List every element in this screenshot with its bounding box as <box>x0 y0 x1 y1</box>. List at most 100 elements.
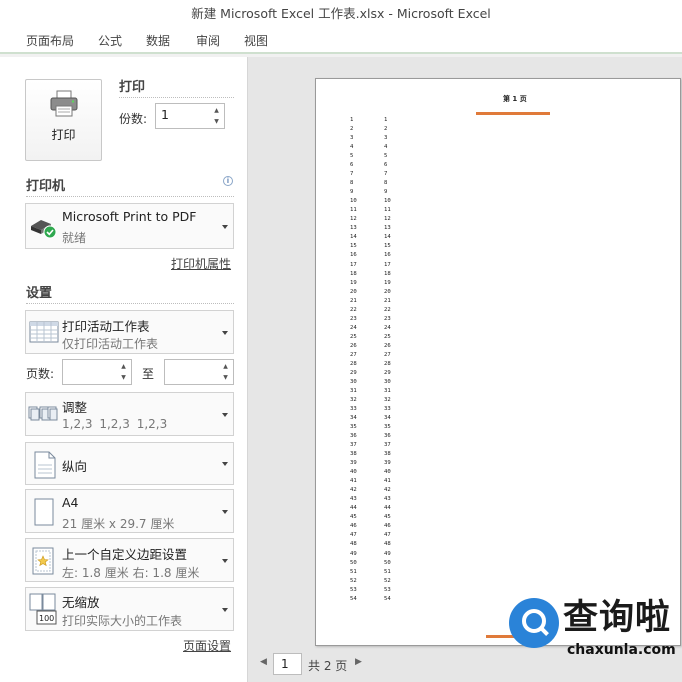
print-what-dropdown[interactable]: 打印活动工作表 仅打印活动工作表 <box>25 310 234 354</box>
chevron-down-icon <box>222 608 228 612</box>
paper-size-dropdown[interactable]: A4 21 厘米 x 29.7 厘米 <box>25 489 234 533</box>
preview-cell: 28 <box>350 360 357 367</box>
preview-cell: 1 <box>384 117 388 123</box>
current-page-input[interactable]: 1 <box>273 653 302 675</box>
chevron-down-icon <box>222 413 228 417</box>
scaling-icon-text: 100 <box>39 614 55 623</box>
divider <box>26 303 234 304</box>
preview-cell: 45 <box>350 514 357 521</box>
preview-cell: 24 <box>384 324 391 331</box>
preview-cell: 20 <box>350 288 357 295</box>
preview-cell: 16 <box>384 252 391 259</box>
scaling-dropdown[interactable]: 100 无缩放 打印实际大小的工作表 <box>25 587 234 631</box>
preview-cell: 43 <box>384 496 391 503</box>
preview-cell: 46 <box>350 523 357 530</box>
tab-formulas[interactable]: 公式 <box>98 32 122 49</box>
margins-icon <box>32 547 54 575</box>
preview-cell: 46 <box>384 523 391 530</box>
preview-cell: 31 <box>384 387 391 394</box>
printer-properties-link[interactable]: 打印机属性 <box>171 255 231 272</box>
preview-cell: 6 <box>384 162 388 169</box>
preview-cell: 32 <box>350 396 357 403</box>
collate-subtitle: 1,2,3 1,2,3 1,2,3 <box>62 417 168 431</box>
preview-cell: 29 <box>384 369 391 376</box>
orientation-title: 纵向 <box>62 459 88 474</box>
print-button-label: 打印 <box>51 128 76 142</box>
printer-ready-icon <box>31 220 57 239</box>
preview-cell: 50 <box>384 559 391 566</box>
preview-cell: 45 <box>384 514 391 521</box>
sheet-icon <box>29 321 59 343</box>
collate-dropdown[interactable]: 调整 1,2,3 1,2,3 1,2,3 <box>25 392 234 436</box>
page-header-text: 第 1 页 <box>503 95 527 103</box>
print-what-subtitle: 仅打印活动工作表 <box>62 337 159 351</box>
preview-cell: 14 <box>384 234 391 241</box>
column-a-values: 1 2 3 4 5 6 7 8 9 10 11 12 13 14 15 16 17 18 19 20 21 22 23 24 2… <box>350 116 357 604</box>
copies-label: 份数: <box>119 112 148 126</box>
pages-from-input[interactable]: ▲ ▼ <box>62 359 132 385</box>
next-page-icon[interactable]: ▶ <box>355 657 362 667</box>
preview-cell: 50 <box>350 559 357 566</box>
preview-cell: 47 <box>384 532 391 539</box>
copies-stepper[interactable]: 1 ▲ ▼ <box>155 103 225 129</box>
preview-cell: 36 <box>350 433 357 440</box>
spin-up-icon[interactable]: ▲ <box>212 107 221 115</box>
preview-cell: 41 <box>350 478 357 485</box>
tab-data[interactable]: 数据 <box>146 32 170 49</box>
preview-cell: 49 <box>350 550 357 557</box>
chevron-down-icon <box>222 462 228 466</box>
preview-cell: 26 <box>384 342 391 349</box>
current-page-value: 1 <box>281 657 289 671</box>
header-highlight <box>476 112 550 115</box>
spin-down-icon[interactable]: ▼ <box>212 118 221 126</box>
preview-cell: 30 <box>384 378 391 385</box>
preview-cell: 2 <box>384 126 388 133</box>
preview-cell: 24 <box>350 324 357 331</box>
margins-dropdown[interactable]: 上一个自定义边距设置 左: 1.8 厘米 右: 1.8 厘米 <box>25 538 234 582</box>
preview-cell: 52 <box>350 577 357 584</box>
preview-cell: 54 <box>384 595 391 602</box>
preview-cell: 14 <box>350 234 357 241</box>
preview-cell: 4 <box>384 144 388 151</box>
preview-cell: 19 <box>350 279 357 286</box>
pages-to-input[interactable]: ▲ ▼ <box>164 359 234 385</box>
watermark-brand: 查询啦 <box>563 598 672 638</box>
tab-review[interactable]: 审阅 <box>196 32 220 49</box>
paper-icon <box>34 498 54 526</box>
preview-cell: 13 <box>384 225 391 232</box>
tab-view[interactable]: 视图 <box>244 32 268 49</box>
preview-cell: 54 <box>350 595 357 602</box>
preview-cell: 40 <box>384 469 391 476</box>
divider <box>119 97 234 98</box>
preview-cell: 36 <box>384 433 391 440</box>
tab-page-layout[interactable]: 页面布局 <box>26 32 74 49</box>
preview-cell: 7 <box>384 171 388 178</box>
spin-down-icon[interactable]: ▼ <box>221 374 230 382</box>
preview-cell: 3 <box>384 135 388 142</box>
print-button[interactable]: 打印 <box>25 79 102 161</box>
orientation-dropdown[interactable]: 纵向 <box>25 442 234 485</box>
margins-subtitle: 左: 1.8 厘米 右: 1.8 厘米 <box>62 566 200 580</box>
preview-cell: 9 <box>384 189 388 196</box>
spin-up-icon[interactable]: ▲ <box>119 363 128 371</box>
printer-dropdown[interactable]: Microsoft Print to PDF 就绪 <box>25 203 234 249</box>
preview-cell: 8 <box>350 180 354 187</box>
preview-cell: 39 <box>350 460 357 467</box>
preview-cell: 2 <box>350 126 354 133</box>
printer-name: Microsoft Print to PDF <box>62 209 197 224</box>
spin-up-icon[interactable]: ▲ <box>221 363 230 371</box>
preview-cell: 39 <box>384 460 391 467</box>
previous-page-icon[interactable]: ◀ <box>260 657 267 667</box>
preview-cell: 7 <box>350 171 354 178</box>
preview-cell: 33 <box>384 406 391 412</box>
info-icon[interactable]: i <box>223 176 233 186</box>
preview-cell: 43 <box>350 496 357 503</box>
spin-down-icon[interactable]: ▼ <box>119 374 128 382</box>
collate-title: 调整 <box>62 400 88 415</box>
preview-cell: 23 <box>350 315 357 322</box>
collate-icon <box>28 406 58 421</box>
page-setup-link[interactable]: 页面设置 <box>183 637 231 654</box>
preview-cell: 18 <box>350 270 357 277</box>
scaling-subtitle: 打印实际大小的工作表 <box>62 614 183 628</box>
window-title: 新建 Microsoft Excel 工作表.xlsx - Microsoft … <box>0 0 682 26</box>
